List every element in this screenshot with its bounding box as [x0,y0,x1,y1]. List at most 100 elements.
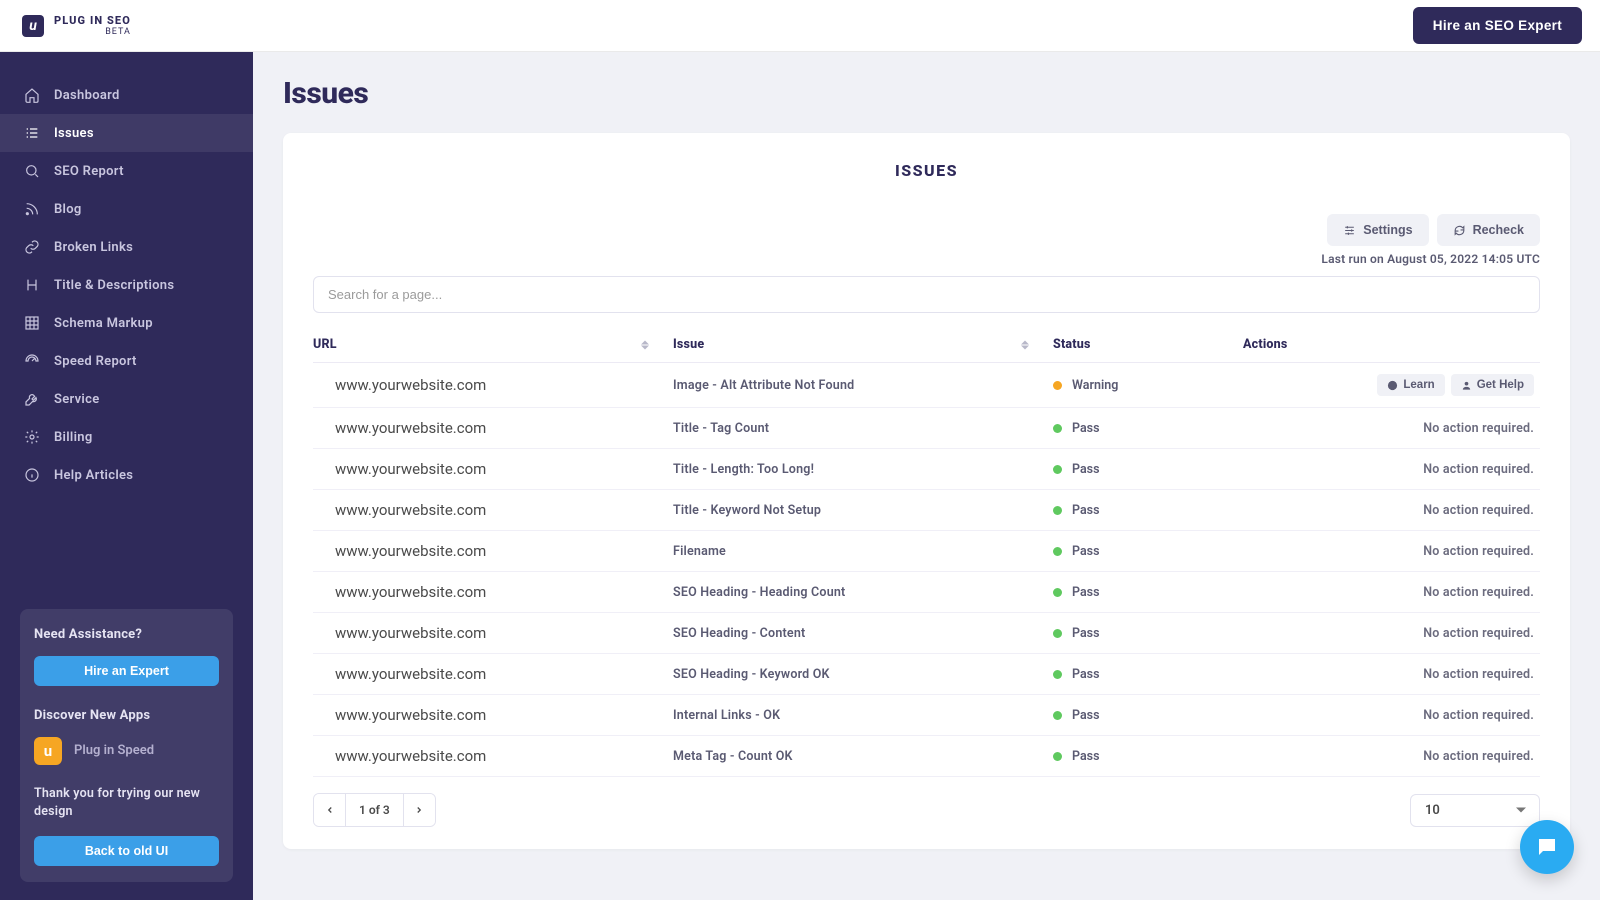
logo[interactable]: u PLUG IN SEO BETA [22,15,131,37]
row-actions: No action required. [1243,572,1540,613]
page-info: 1 of 3 [346,794,403,826]
row-issue: Title - Keyword Not Setup [673,490,1053,531]
gauge-icon [24,353,40,369]
action-none: No action required. [1423,544,1534,559]
page-prev-button[interactable] [314,794,346,826]
top-bar: u PLUG IN SEO BETA Hire an SEO Expert [0,0,1600,52]
row-url: www.yourwebsite.com [313,363,673,408]
sidebar-item-label: Broken Links [54,240,133,255]
sidebar: Dashboard Issues SEO Report Blog Broken … [0,52,253,900]
row-actions: No action required. [1243,408,1540,449]
hire-expert-button[interactable]: Hire an SEO Expert [1413,7,1582,44]
settings-button[interactable]: Settings [1327,214,1428,246]
row-status: Pass [1053,736,1243,777]
get-help-label: Get Help [1477,379,1524,391]
action-none: No action required. [1423,667,1534,682]
col-url[interactable]: URL [313,327,673,363]
table-row: www.yourwebsite.comImage - Alt Attribute… [313,363,1540,408]
row-actions: No action required. [1243,531,1540,572]
sidebar-item-label: Help Articles [54,468,133,483]
sidebar-item-label: Schema Markup [54,316,153,331]
col-issue-label: Issue [673,337,704,352]
row-issue: Filename [673,531,1053,572]
table-row: www.yourwebsite.comTitle - Length: Too L… [313,449,1540,490]
sidebar-item-title-descriptions[interactable]: Title & Descriptions [0,266,253,304]
row-actions: Learn Get Help [1243,363,1540,408]
row-status: Pass [1053,654,1243,695]
home-icon [24,87,40,103]
sidebar-item-label: Speed Report [54,354,137,369]
row-url: www.yourwebsite.com [313,695,673,736]
col-issue[interactable]: Issue [673,327,1053,363]
row-actions: No action required. [1243,695,1540,736]
page-next-button[interactable] [403,794,435,826]
wrench-icon [24,391,40,407]
action-none: No action required. [1423,708,1534,723]
sidebar-item-billing[interactable]: Billing [0,418,253,456]
row-issue: Title - Length: Too Long! [673,449,1053,490]
sidebar-item-label: SEO Report [54,164,124,179]
help-fab[interactable] [1520,820,1574,874]
learn-button[interactable]: Learn [1377,374,1444,396]
hire-expert-sidebar-button[interactable]: Hire an Expert [34,656,219,686]
search-input[interactable] [313,276,1540,313]
recheck-button[interactable]: Recheck [1437,214,1540,246]
link-icon [24,239,40,255]
row-issue: SEO Heading - Content [673,613,1053,654]
chevron-left-icon [325,805,335,815]
sidebar-item-help-articles[interactable]: Help Articles [0,456,253,494]
sidebar-item-label: Service [54,392,100,407]
table-row: www.yourwebsite.comInternal Links - OKPa… [313,695,1540,736]
sidebar-item-seo-report[interactable]: SEO Report [0,152,253,190]
row-url: www.yourwebsite.com [313,572,673,613]
table-row: www.yourwebsite.comSEO Heading - Keyword… [313,654,1540,695]
status-dot-icon [1053,465,1062,474]
app-plug-in-speed[interactable]: u Plug in Speed [34,737,219,765]
sidebar-item-broken-links[interactable]: Broken Links [0,228,253,266]
nav: Dashboard Issues SEO Report Blog Broken … [0,76,253,494]
row-url: www.yourwebsite.com [313,408,673,449]
logo-text: PLUG IN SEO BETA [54,15,131,37]
status-dot-icon [1053,381,1062,390]
sort-icon [641,340,649,349]
sidebar-item-schema-markup[interactable]: Schema Markup [0,304,253,342]
toolbar: Settings Recheck [313,214,1540,246]
row-actions: No action required. [1243,449,1540,490]
assist-card: Need Assistance? Hire an Expert Discover… [20,609,233,883]
info-icon [1387,380,1398,391]
sidebar-item-label: Blog [54,202,82,217]
sidebar-item-label: Dashboard [54,88,120,103]
action-none: No action required. [1423,462,1534,477]
page-title: Issues [283,76,1570,111]
action-none: No action required. [1423,421,1534,436]
back-to-old-ui-button[interactable]: Back to old UI [34,836,219,866]
person-icon [1461,380,1472,391]
sidebar-item-speed-report[interactable]: Speed Report [0,342,253,380]
grid-icon [24,315,40,331]
row-status: Pass [1053,449,1243,490]
row-status: Pass [1053,613,1243,654]
sidebar-bottom: Need Assistance? Hire an Expert Discover… [0,609,253,883]
per-page-value: 10 [1425,803,1440,818]
sidebar-item-blog[interactable]: Blog [0,190,253,228]
col-actions: Actions [1243,327,1540,363]
row-issue: Internal Links - OK [673,695,1053,736]
chat-icon [1535,835,1559,859]
table-row: www.yourwebsite.comFilenamePassNo action… [313,531,1540,572]
sidebar-item-service[interactable]: Service [0,380,253,418]
action-none: No action required. [1423,626,1534,641]
row-url: www.yourwebsite.com [313,531,673,572]
table-row: www.yourwebsite.comMeta Tag - Count OKPa… [313,736,1540,777]
status-dot-icon [1053,506,1062,515]
row-issue: Meta Tag - Count OK [673,736,1053,777]
per-page-select[interactable]: 10 [1410,794,1540,827]
sidebar-item-issues[interactable]: Issues [0,114,253,152]
table-row: www.yourwebsite.comTitle - Keyword Not S… [313,490,1540,531]
row-issue: SEO Heading - Keyword OK [673,654,1053,695]
row-url: www.yourwebsite.com [313,654,673,695]
get-help-button[interactable]: Get Help [1451,374,1534,396]
magnify-icon [24,163,40,179]
sidebar-item-dashboard[interactable]: Dashboard [0,76,253,114]
gear-icon [24,429,40,445]
info-icon [24,467,40,483]
